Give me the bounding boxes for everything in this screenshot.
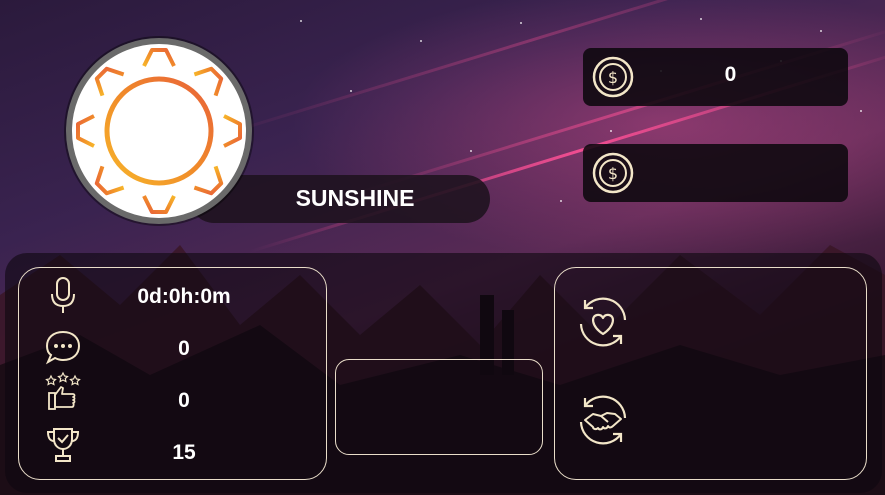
stat-voice-time: 0d:0h:0m <box>19 273 326 323</box>
messages-value: 0 <box>178 337 190 360</box>
currency-box: $ <box>583 144 848 202</box>
trophy-icon <box>46 428 80 462</box>
stats-box: 0d:0h:0m 0 0 15 <box>18 267 327 480</box>
rank-value: 15 <box>172 441 196 464</box>
microphone-icon <box>51 277 75 313</box>
stat-reputation: 0 <box>19 371 326 427</box>
dollar-coin-icon: $ <box>592 56 634 98</box>
currency-box: $ 0 <box>583 48 848 106</box>
stat-rank: 15 <box>19 428 326 479</box>
username: SUNSHINE <box>295 185 415 211</box>
dollar-coin-icon: $ <box>592 152 634 194</box>
reputation-value: 0 <box>178 389 190 412</box>
svg-text:$: $ <box>608 164 618 183</box>
sun-icon <box>76 48 242 214</box>
chat-bubble-icon <box>45 330 81 365</box>
thumbs-up-stars-icon <box>45 371 81 410</box>
currency-value: 0 <box>724 63 737 86</box>
svg-text:$: $ <box>608 68 618 87</box>
heart-refresh-icon[interactable] <box>571 290 635 354</box>
actions-box <box>554 267 867 480</box>
avatar[interactable] <box>66 38 252 224</box>
voice-time-value: 0d:0h:0m <box>137 285 231 308</box>
handshake-refresh-icon[interactable] <box>571 388 635 452</box>
empty-slot <box>335 359 543 455</box>
stat-messages: 0 <box>19 325 326 375</box>
